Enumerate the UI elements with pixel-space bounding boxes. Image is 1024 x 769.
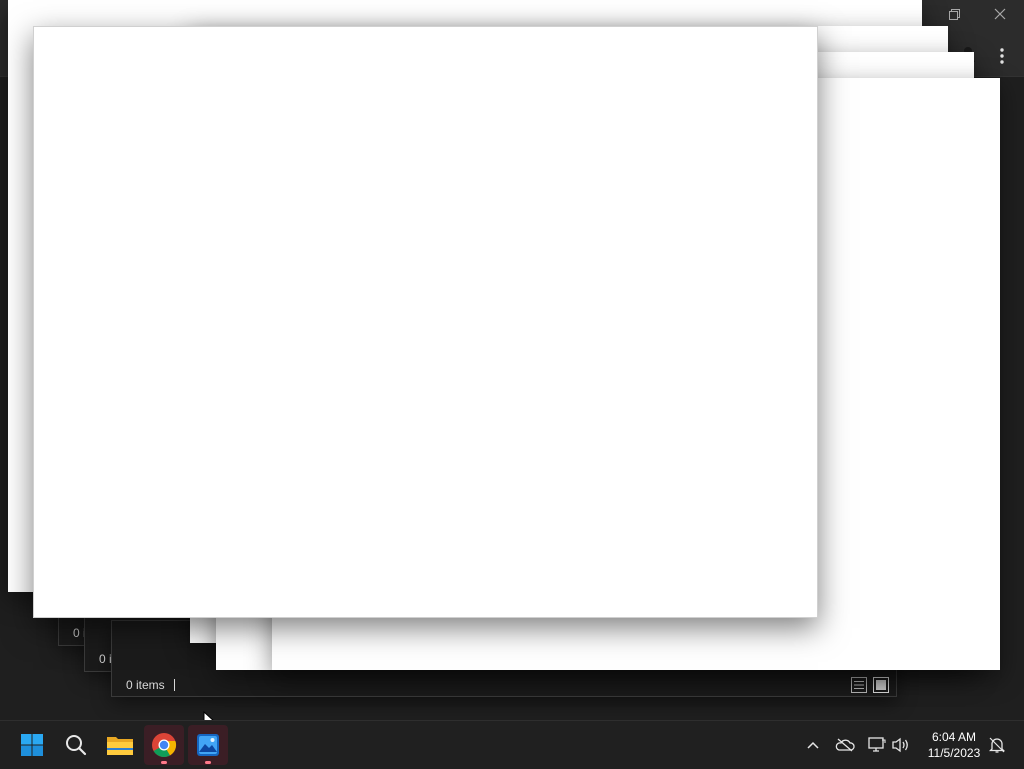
notifications-button[interactable] [985,733,1009,757]
active-app-indicator [161,761,167,764]
photos-icon [197,734,219,756]
blank-window-pane-front [33,26,818,618]
chrome-icon [152,733,177,758]
network-icon [868,737,886,752]
taskbar: 6:04 AM 11/5/2023 [0,720,1024,769]
details-view-button[interactable] [851,677,867,693]
network-button[interactable] [865,733,889,757]
clock-time: 6:04 AM [931,730,977,744]
status-item-count: 0 i [99,652,112,666]
onedrive-button[interactable] [833,733,857,757]
more-options-icon[interactable] [994,46,1010,66]
search-icon [66,735,87,756]
taskbar-clock[interactable]: 6:04 AM 11/5/2023 [918,729,990,761]
photos-button[interactable] [188,725,228,765]
close-icon [994,8,1006,20]
large-icons-view-icon [873,677,889,693]
volume-icon [892,737,908,753]
onedrive-offline-icon [835,738,855,752]
large-icons-view-button[interactable] [873,677,889,693]
clock-date: 11/5/2023 [927,746,981,760]
restore-button[interactable] [934,0,974,28]
details-view-icon [851,677,867,693]
chevron-up-icon [807,741,819,749]
windows-start-icon [21,734,43,756]
notification-icon [988,737,1006,753]
chrome-button[interactable] [144,725,184,765]
active-app-indicator [205,761,211,764]
restore-icon [948,8,960,20]
file-explorer-button[interactable] [100,725,140,765]
folder-icon [107,737,133,755]
search-button[interactable] [56,725,96,765]
status-separator [174,679,175,691]
start-button[interactable] [12,725,52,765]
show-hidden-icons-button[interactable] [801,733,825,757]
status-item-count: 0 items [126,678,165,692]
volume-button[interactable] [889,733,913,757]
close-button[interactable] [980,0,1020,28]
